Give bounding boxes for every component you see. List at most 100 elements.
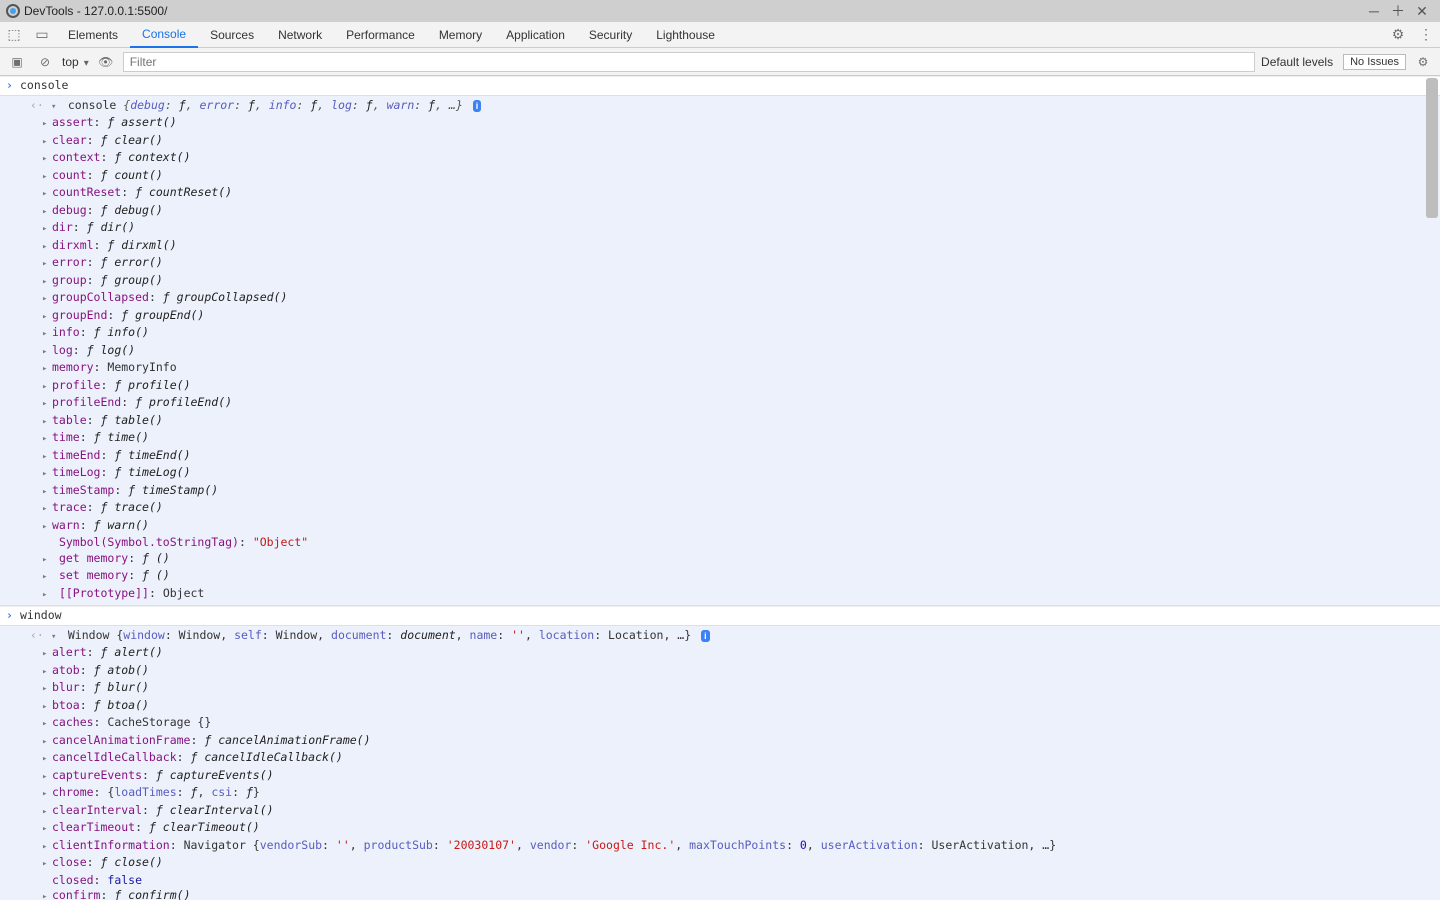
expand-caret-icon[interactable]: [51, 628, 61, 642]
expand-caret-icon[interactable]: [42, 430, 52, 444]
object-property-row[interactable]: group: ƒ group(): [6, 273, 1440, 291]
expand-caret-icon[interactable]: [42, 586, 52, 600]
tab-elements[interactable]: Elements: [56, 22, 130, 48]
object-property-row[interactable]: [[Prototype]]: Object: [6, 586, 1440, 604]
object-property-row[interactable]: captureEvents: ƒ captureEvents(): [6, 768, 1440, 786]
object-property-row[interactable]: clearTimeout: ƒ clearTimeout(): [6, 820, 1440, 838]
expand-caret-icon[interactable]: [42, 838, 52, 852]
expand-caret-icon[interactable]: [42, 518, 52, 532]
tab-console[interactable]: Console: [130, 22, 198, 48]
expand-caret-icon[interactable]: [42, 803, 52, 817]
object-property-row[interactable]: trace: ƒ trace(): [6, 500, 1440, 518]
expand-caret-icon[interactable]: [42, 378, 52, 392]
expand-caret-icon[interactable]: [42, 360, 52, 374]
kebab-menu-icon[interactable]: ⋮: [1412, 26, 1440, 43]
expand-caret-icon[interactable]: [42, 698, 52, 712]
object-property-row[interactable]: table: ƒ table(): [6, 413, 1440, 431]
object-property-row[interactable]: close: ƒ close(): [6, 855, 1440, 873]
window-minimize-button[interactable]: ─: [1362, 4, 1386, 18]
expand-caret-icon[interactable]: [51, 98, 61, 112]
object-property-row[interactable]: info: ƒ info(): [6, 325, 1440, 343]
object-property-row[interactable]: chrome: {loadTimes: ƒ, csi: ƒ}: [6, 785, 1440, 803]
tab-lighthouse[interactable]: Lighthouse: [644, 22, 727, 48]
object-property-row[interactable]: blur: ƒ blur(): [6, 680, 1440, 698]
tab-network[interactable]: Network: [266, 22, 334, 48]
object-property-row[interactable]: log: ƒ log(): [6, 343, 1440, 361]
expand-caret-icon[interactable]: [42, 855, 52, 869]
object-property-row[interactable]: time: ƒ time(): [6, 430, 1440, 448]
expand-caret-icon[interactable]: [42, 168, 52, 182]
object-property-row[interactable]: groupCollapsed: ƒ groupCollapsed(): [6, 290, 1440, 308]
object-property-row[interactable]: context: ƒ context(): [6, 150, 1440, 168]
object-property-row[interactable]: cancelIdleCallback: ƒ cancelIdleCallback…: [6, 750, 1440, 768]
object-property-row[interactable]: clientInformation: Navigator {vendorSub:…: [6, 838, 1440, 856]
window-maximize-button[interactable]: ＋: [1386, 4, 1410, 18]
object-property-row[interactable]: warn: ƒ warn(): [6, 518, 1440, 536]
object-property-row[interactable]: set memory: ƒ (): [6, 568, 1440, 586]
expand-caret-icon[interactable]: [42, 273, 52, 287]
console-input-row[interactable]: › console: [0, 76, 1440, 95]
filter-input[interactable]: [123, 52, 1255, 72]
device-toggle-icon[interactable]: ▭: [28, 26, 56, 43]
expand-caret-icon[interactable]: [42, 645, 52, 659]
expand-caret-icon[interactable]: [42, 255, 52, 269]
object-property-row[interactable]: confirm: ƒ confirm(): [6, 888, 1440, 900]
expand-caret-icon[interactable]: [42, 413, 52, 427]
object-property-row[interactable]: assert: ƒ assert(): [6, 115, 1440, 133]
object-property-row[interactable]: alert: ƒ alert(): [6, 645, 1440, 663]
no-issues-badge[interactable]: No Issues: [1343, 54, 1406, 70]
object-summary-row[interactable]: ‹· Window {window: Window, self: Window,…: [6, 628, 1440, 646]
expand-caret-icon[interactable]: [42, 290, 52, 304]
object-summary-row[interactable]: ‹· console {debug: ƒ, error: ƒ, info: ƒ,…: [6, 98, 1440, 116]
expand-caret-icon[interactable]: [42, 568, 52, 582]
execution-context-dropdown[interactable]: top: [62, 55, 89, 69]
expand-caret-icon[interactable]: [42, 733, 52, 747]
object-property-row[interactable]: count: ƒ count(): [6, 168, 1440, 186]
expand-caret-icon[interactable]: [42, 551, 52, 565]
expand-caret-icon[interactable]: [42, 820, 52, 834]
object-property-row[interactable]: timeLog: ƒ timeLog(): [6, 465, 1440, 483]
tab-sources[interactable]: Sources: [198, 22, 266, 48]
expand-caret-icon[interactable]: [42, 308, 52, 322]
object-property-row[interactable]: clearInterval: ƒ clearInterval(): [6, 803, 1440, 821]
clear-console-icon[interactable]: ⊘: [34, 55, 56, 69]
object-property-row[interactable]: closed: false: [6, 873, 1440, 889]
object-property-row[interactable]: timeStamp: ƒ timeStamp(): [6, 483, 1440, 501]
object-property-row[interactable]: error: ƒ error(): [6, 255, 1440, 273]
console-settings-gear-icon[interactable]: ⚙: [1412, 55, 1434, 69]
expand-caret-icon[interactable]: [42, 115, 52, 129]
expand-caret-icon[interactable]: [42, 203, 52, 217]
object-property-row[interactable]: cancelAnimationFrame: ƒ cancelAnimationF…: [6, 733, 1440, 751]
object-property-row[interactable]: btoa: ƒ btoa(): [6, 698, 1440, 716]
tab-memory[interactable]: Memory: [427, 22, 494, 48]
object-property-row[interactable]: timeEnd: ƒ timeEnd(): [6, 448, 1440, 466]
expand-caret-icon[interactable]: [42, 768, 52, 782]
expand-caret-icon[interactable]: [42, 150, 52, 164]
expand-caret-icon[interactable]: [42, 448, 52, 462]
inspect-element-icon[interactable]: ⬚: [0, 26, 28, 43]
expand-caret-icon[interactable]: [42, 185, 52, 199]
object-property-row[interactable]: Symbol(Symbol.toStringTag): "Object": [6, 535, 1440, 551]
expand-caret-icon[interactable]: [42, 343, 52, 357]
object-property-row[interactable]: memory: MemoryInfo: [6, 360, 1440, 378]
toggle-sidebar-icon[interactable]: ▣: [6, 55, 28, 69]
window-close-button[interactable]: ✕: [1410, 4, 1434, 18]
object-property-row[interactable]: clear: ƒ clear(): [6, 133, 1440, 151]
expand-caret-icon[interactable]: [42, 238, 52, 252]
console-input-row[interactable]: › window: [0, 606, 1440, 625]
live-expression-icon[interactable]: 👁: [95, 55, 117, 69]
tab-application[interactable]: Application: [494, 22, 577, 48]
expand-caret-icon[interactable]: [42, 715, 52, 729]
info-badge-icon[interactable]: i: [701, 630, 710, 642]
tab-performance[interactable]: Performance: [334, 22, 427, 48]
scrollbar-thumb[interactable]: [1426, 78, 1438, 218]
expand-caret-icon[interactable]: [42, 785, 52, 799]
object-property-row[interactable]: caches: CacheStorage {}: [6, 715, 1440, 733]
expand-caret-icon[interactable]: [42, 483, 52, 497]
expand-caret-icon[interactable]: [42, 500, 52, 514]
expand-caret-icon[interactable]: [42, 888, 52, 900]
expand-caret-icon[interactable]: [42, 220, 52, 234]
expand-caret-icon[interactable]: [42, 133, 52, 147]
object-property-row[interactable]: profileEnd: ƒ profileEnd(): [6, 395, 1440, 413]
object-property-row[interactable]: dirxml: ƒ dirxml(): [6, 238, 1440, 256]
